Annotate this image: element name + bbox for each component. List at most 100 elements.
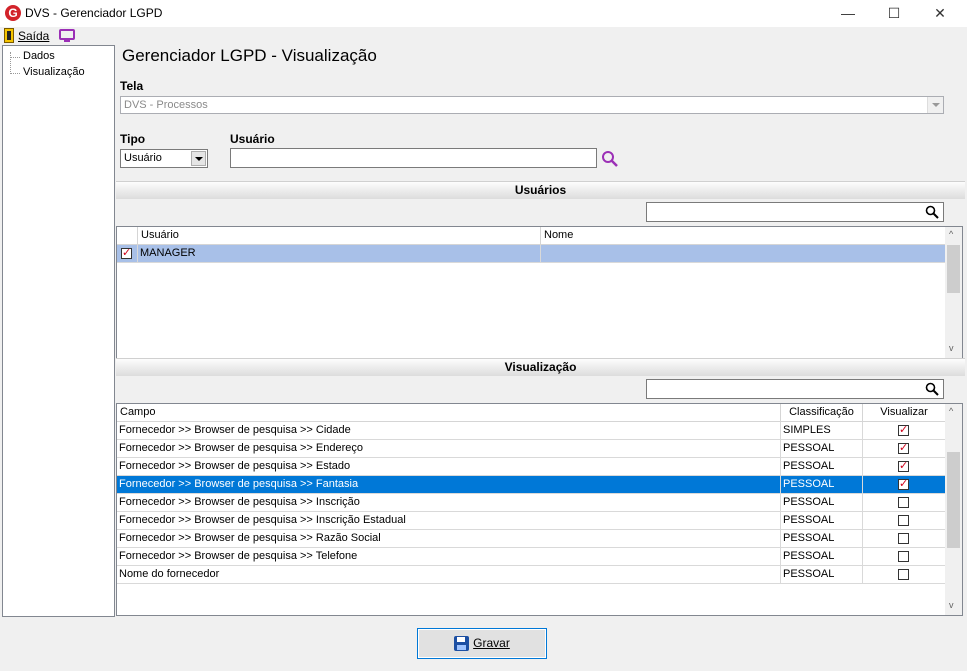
tela-select-value: DVS - Processos <box>124 99 208 111</box>
visualizacao-search-input[interactable] <box>646 379 944 399</box>
visualizar-checkbox[interactable] <box>898 476 909 493</box>
cell-classificacao: PESSOAL <box>781 476 863 494</box>
save-button-label: Gravar <box>473 636 510 650</box>
column-header-campo[interactable]: Campo <box>117 404 781 422</box>
chevron-down-icon <box>191 151 206 166</box>
save-button[interactable]: Gravar <box>417 628 547 659</box>
visualizacao-section-header: Visualização <box>116 358 965 376</box>
table-row[interactable]: Fornecedor >> Browser de pesquisa >> Raz… <box>117 530 946 548</box>
cell-classificacao: PESSOAL <box>781 530 863 548</box>
cell-visualizar[interactable] <box>863 530 946 548</box>
cell-visualizar[interactable] <box>863 566 946 584</box>
visualizar-checkbox[interactable] <box>898 422 909 439</box>
column-header-usuario[interactable]: Usuário <box>138 227 541 245</box>
usuarios-table: Usuário Nome MANAGER ^ v <box>116 226 963 359</box>
column-header-check <box>117 227 138 245</box>
usuario-input[interactable] <box>230 148 597 168</box>
table-row[interactable]: Fornecedor >> Browser de pesquisa >> Fan… <box>117 476 946 494</box>
column-header-nome[interactable]: Nome <box>541 227 946 245</box>
menu-exit[interactable]: Saída <box>18 29 49 43</box>
minimize-button[interactable]: — <box>825 0 871 27</box>
scroll-up-icon[interactable]: ^ <box>949 229 953 239</box>
menu-bar <box>0 27 967 45</box>
cell-classificacao: PESSOAL <box>781 548 863 566</box>
table-row[interactable]: Fornecedor >> Browser de pesquisa >> End… <box>117 440 946 458</box>
column-header-classificacao[interactable]: Classificação <box>781 404 863 422</box>
row-checkbox-cell[interactable] <box>117 245 138 263</box>
cell-visualizar[interactable] <box>863 548 946 566</box>
usuario-label: Usuário <box>230 132 275 146</box>
cell-campo: Fornecedor >> Browser de pesquisa >> Tel… <box>117 548 781 566</box>
chevron-down-icon <box>927 97 943 113</box>
cell-campo: Fornecedor >> Browser de pesquisa >> Raz… <box>117 530 781 548</box>
tela-label: Tela <box>120 79 144 93</box>
cell-visualizar[interactable] <box>863 440 946 458</box>
scroll-down-icon[interactable]: v <box>949 343 954 353</box>
cell-classificacao: PESSOAL <box>781 440 863 458</box>
maximize-button[interactable]: ☐ <box>871 0 917 27</box>
visualizar-checkbox[interactable] <box>898 497 909 508</box>
table-row[interactable]: Nome do fornecedor PESSOAL <box>117 566 946 584</box>
scroll-up-icon[interactable]: ^ <box>949 406 953 416</box>
cell-campo: Nome do fornecedor <box>117 566 781 584</box>
search-icon[interactable] <box>925 382 939 396</box>
cell-nome <box>541 245 946 263</box>
visualizar-checkbox[interactable] <box>898 458 909 475</box>
cell-classificacao: PESSOAL <box>781 566 863 584</box>
cell-campo: Fornecedor >> Browser de pesquisa >> Ins… <box>117 512 781 530</box>
table-row[interactable]: MANAGER <box>117 245 946 263</box>
row-checkbox[interactable] <box>121 245 132 262</box>
cell-campo: Fornecedor >> Browser de pesquisa >> Est… <box>117 458 781 476</box>
visualizacao-table: Campo Classificação Visualizar Fornecedo… <box>116 403 963 616</box>
usuarios-section-header: Usuários <box>116 181 965 199</box>
table-row[interactable]: Fornecedor >> Browser de pesquisa >> Est… <box>117 458 946 476</box>
table-row[interactable]: Fornecedor >> Browser de pesquisa >> Cid… <box>117 422 946 440</box>
search-user-icon[interactable] <box>601 150 619 168</box>
monitor-icon[interactable] <box>59 29 75 42</box>
table-row[interactable]: Fornecedor >> Browser de pesquisa >> Ins… <box>117 494 946 512</box>
tree-connector <box>10 52 11 74</box>
visualizar-checkbox[interactable] <box>898 533 909 544</box>
cell-usuario: MANAGER <box>138 245 541 263</box>
usuarios-search-input[interactable] <box>646 202 944 222</box>
visualizar-checkbox[interactable] <box>898 515 909 526</box>
usuarios-scrollbar[interactable]: ^ v <box>945 227 962 358</box>
cell-visualizar[interactable] <box>863 476 946 494</box>
cell-classificacao: PESSOAL <box>781 494 863 512</box>
cell-classificacao: PESSOAL <box>781 458 863 476</box>
floppy-disk-icon <box>454 636 470 652</box>
column-header-visualizar[interactable]: Visualizar <box>863 404 946 422</box>
table-row[interactable]: Fornecedor >> Browser de pesquisa >> Tel… <box>117 548 946 566</box>
cell-classificacao: SIMPLES <box>781 422 863 440</box>
sidebar-item-dados[interactable]: Dados <box>23 50 55 62</box>
table-row[interactable]: Fornecedor >> Browser de pesquisa >> Ins… <box>117 512 946 530</box>
cell-visualizar[interactable] <box>863 422 946 440</box>
cell-visualizar[interactable] <box>863 494 946 512</box>
tree-connector <box>10 73 20 74</box>
scrollbar-thumb[interactable] <box>947 245 960 293</box>
cell-campo: Fornecedor >> Browser de pesquisa >> Cid… <box>117 422 781 440</box>
cell-classificacao: PESSOAL <box>781 512 863 530</box>
scroll-down-icon[interactable]: v <box>949 600 954 610</box>
sidebar-tree <box>2 45 115 617</box>
cell-visualizar[interactable] <box>863 458 946 476</box>
scrollbar-thumb[interactable] <box>947 452 960 548</box>
exit-door-icon[interactable] <box>4 28 14 43</box>
search-icon[interactable] <box>925 205 939 219</box>
visualizar-checkbox[interactable] <box>898 440 909 457</box>
tipo-select[interactable]: Usuário <box>120 149 208 168</box>
sidebar-item-visualizacao[interactable]: Visualização <box>23 66 85 78</box>
tree-connector <box>10 57 20 58</box>
cell-campo: Fornecedor >> Browser de pesquisa >> Ins… <box>117 494 781 512</box>
app-logo-icon: G <box>5 5 21 21</box>
visualizar-checkbox[interactable] <box>898 569 909 580</box>
close-button[interactable]: ✕ <box>917 0 963 27</box>
tela-select[interactable]: DVS - Processos <box>120 96 944 114</box>
window-title: DVS - Gerenciador LGPD <box>25 6 163 20</box>
cell-visualizar[interactable] <box>863 512 946 530</box>
visualizacao-scrollbar[interactable]: ^ v <box>945 404 962 615</box>
cell-campo: Fornecedor >> Browser de pesquisa >> Fan… <box>117 476 781 494</box>
page-title: Gerenciador LGPD - Visualização <box>122 46 377 65</box>
tipo-label: Tipo <box>120 132 146 146</box>
visualizar-checkbox[interactable] <box>898 551 909 562</box>
